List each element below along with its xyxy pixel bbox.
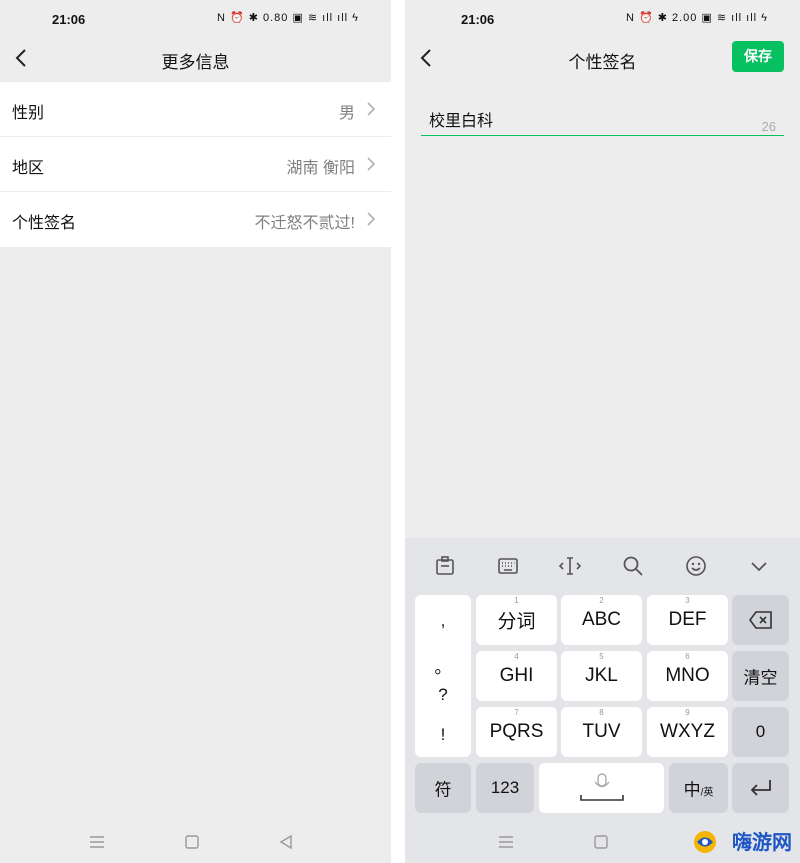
signature-input[interactable]: 校里白科 26 <box>421 95 784 136</box>
key-number: 5 <box>599 652 604 661</box>
key-label: 清空 <box>743 668 778 688</box>
backspace-icon <box>749 611 772 629</box>
punct-comma[interactable]: , <box>415 611 471 631</box>
back-triangle-icon[interactable] <box>277 833 295 851</box>
status-icons: N ⏰ ✱ 2.00 ▣ ≋ ıll ıll ϟ <box>625 12 768 24</box>
key-label: DEF <box>668 609 707 630</box>
nav-bar: 更多信息 <box>0 40 391 80</box>
symbol-key[interactable]: 符 <box>415 763 471 813</box>
clear-key[interactable]: 清空 <box>732 651 789 701</box>
key-number: 1 <box>514 596 519 605</box>
key-9[interactable]: 9 WXYZ <box>647 707 728 757</box>
space-key[interactable] <box>539 763 664 813</box>
watermark-text: 嗨游网 <box>732 832 792 854</box>
cursor-move-icon[interactable] <box>558 554 582 578</box>
key-label: 0 <box>755 722 766 741</box>
punct-period[interactable]: 。 <box>415 653 471 678</box>
search-icon[interactable] <box>621 554 645 578</box>
keyboard: , 。 ? ! 1 分词 2 ABC 3 DEF 4 GHI 5 JKL 6 M… <box>405 538 800 863</box>
status-time: 21:06 <box>461 12 495 27</box>
row-value: 不迁怒不贰过! <box>254 215 355 232</box>
row-value: 男 <box>338 105 355 122</box>
punct-exclaim[interactable]: ! <box>415 725 471 745</box>
key-label: GHI <box>499 665 534 686</box>
zero-key[interactable]: 0 <box>732 707 789 757</box>
lang-sub: /英 <box>700 787 714 799</box>
key-label: MNO <box>665 665 710 686</box>
key-label: PQRS <box>489 721 544 742</box>
chevron-right-icon <box>367 212 376 226</box>
key-number: 3 <box>685 596 690 605</box>
char-count: 26 <box>761 119 776 134</box>
clipboard-icon[interactable] <box>433 554 457 578</box>
home-icon[interactable] <box>592 833 610 851</box>
key-label: 中/英 <box>669 776 728 801</box>
nav-bar: 个性签名 保存 <box>405 40 800 80</box>
key-number: 8 <box>599 708 604 717</box>
key-4[interactable]: 4 GHI <box>476 651 557 701</box>
key-label: 123 <box>490 778 520 797</box>
key-number: 9 <box>685 708 690 717</box>
settings-list: 性别 男 地区 湖南 衡阳 个性签名 不迁怒不贰过! <box>0 82 391 247</box>
punct-question[interactable]: ? <box>415 685 471 705</box>
save-button[interactable]: 保存 <box>732 41 784 72</box>
keyboard-toolbar <box>405 538 800 593</box>
menu-icon[interactable] <box>497 833 515 851</box>
key-8[interactable]: 8 TUV <box>561 707 642 757</box>
row-label: 地区 <box>12 160 45 177</box>
home-icon[interactable] <box>183 833 201 851</box>
settings-row-region[interactable]: 地区 湖南 衡阳 <box>0 137 391 192</box>
key-1[interactable]: 1 分词 <box>476 595 557 645</box>
language-switch-key[interactable]: 中/英 <box>669 763 728 813</box>
key-label: 符 <box>434 780 452 800</box>
key-label: ABC <box>581 609 622 630</box>
enter-key[interactable] <box>732 763 789 813</box>
page-title: 更多信息 <box>161 53 230 72</box>
chevron-right-icon <box>367 102 376 116</box>
key-2[interactable]: 2 ABC <box>561 595 642 645</box>
key-label: JKL <box>585 665 618 686</box>
row-label: 个性签名 <box>12 215 77 232</box>
key-6[interactable]: 6 MNO <box>647 651 728 701</box>
numeric-key[interactable]: 123 <box>476 763 534 813</box>
signature-edit-screen: 21:06 N ⏰ ✱ 2.00 ▣ ≋ ıll ıll ϟ 个性签名 保存 校… <box>405 0 800 863</box>
settings-row-gender[interactable]: 性别 男 <box>0 82 391 137</box>
status-bar: 21:06 N ⏰ ✱ 0.80 ▣ ≋ ıll ıll ϟ <box>0 0 391 40</box>
key-number: 6 <box>685 652 690 661</box>
menu-icon[interactable] <box>88 833 106 851</box>
system-nav-bar <box>0 823 391 863</box>
keyboard-icon[interactable] <box>496 554 520 578</box>
key-number: 2 <box>599 596 604 605</box>
punctuation-column[interactable]: , 。 ? ! <box>415 595 471 757</box>
more-info-screen: 21:06 N ⏰ ✱ 0.80 ▣ ≋ ıll ıll ϟ 更多信息 性别 男… <box>0 0 391 863</box>
status-bar: 21:06 N ⏰ ✱ 2.00 ▣ ≋ ıll ıll ϟ <box>405 0 800 40</box>
emoji-icon[interactable] <box>684 554 708 578</box>
key-number: 4 <box>514 652 519 661</box>
watermark-logo-icon <box>694 831 716 853</box>
key-label: TUV <box>582 721 621 742</box>
backspace-key[interactable] <box>732 595 789 645</box>
key-label: WXYZ <box>660 721 715 742</box>
row-value: 湖南 衡阳 <box>286 160 355 177</box>
enter-icon <box>750 780 771 796</box>
microphone-icon <box>580 773 624 801</box>
signature-input-text: 校里白科 <box>429 113 494 130</box>
collapse-keyboard-icon[interactable] <box>747 554 771 578</box>
key-5[interactable]: 5 JKL <box>561 651 642 701</box>
key-7[interactable]: 7 PQRS <box>476 707 557 757</box>
key-number: 7 <box>514 708 519 717</box>
chevron-right-icon <box>367 157 376 171</box>
key-label: 分词 <box>497 611 536 633</box>
lang-main: 中 <box>683 780 701 800</box>
row-label: 性别 <box>12 105 45 122</box>
status-icons: N ⏰ ✱ 0.80 ▣ ≋ ıll ıll ϟ <box>216 12 359 24</box>
key-3[interactable]: 3 DEF <box>647 595 728 645</box>
settings-row-signature[interactable]: 个性签名 不迁怒不贰过! <box>0 192 391 247</box>
status-time: 21:06 <box>52 12 86 27</box>
